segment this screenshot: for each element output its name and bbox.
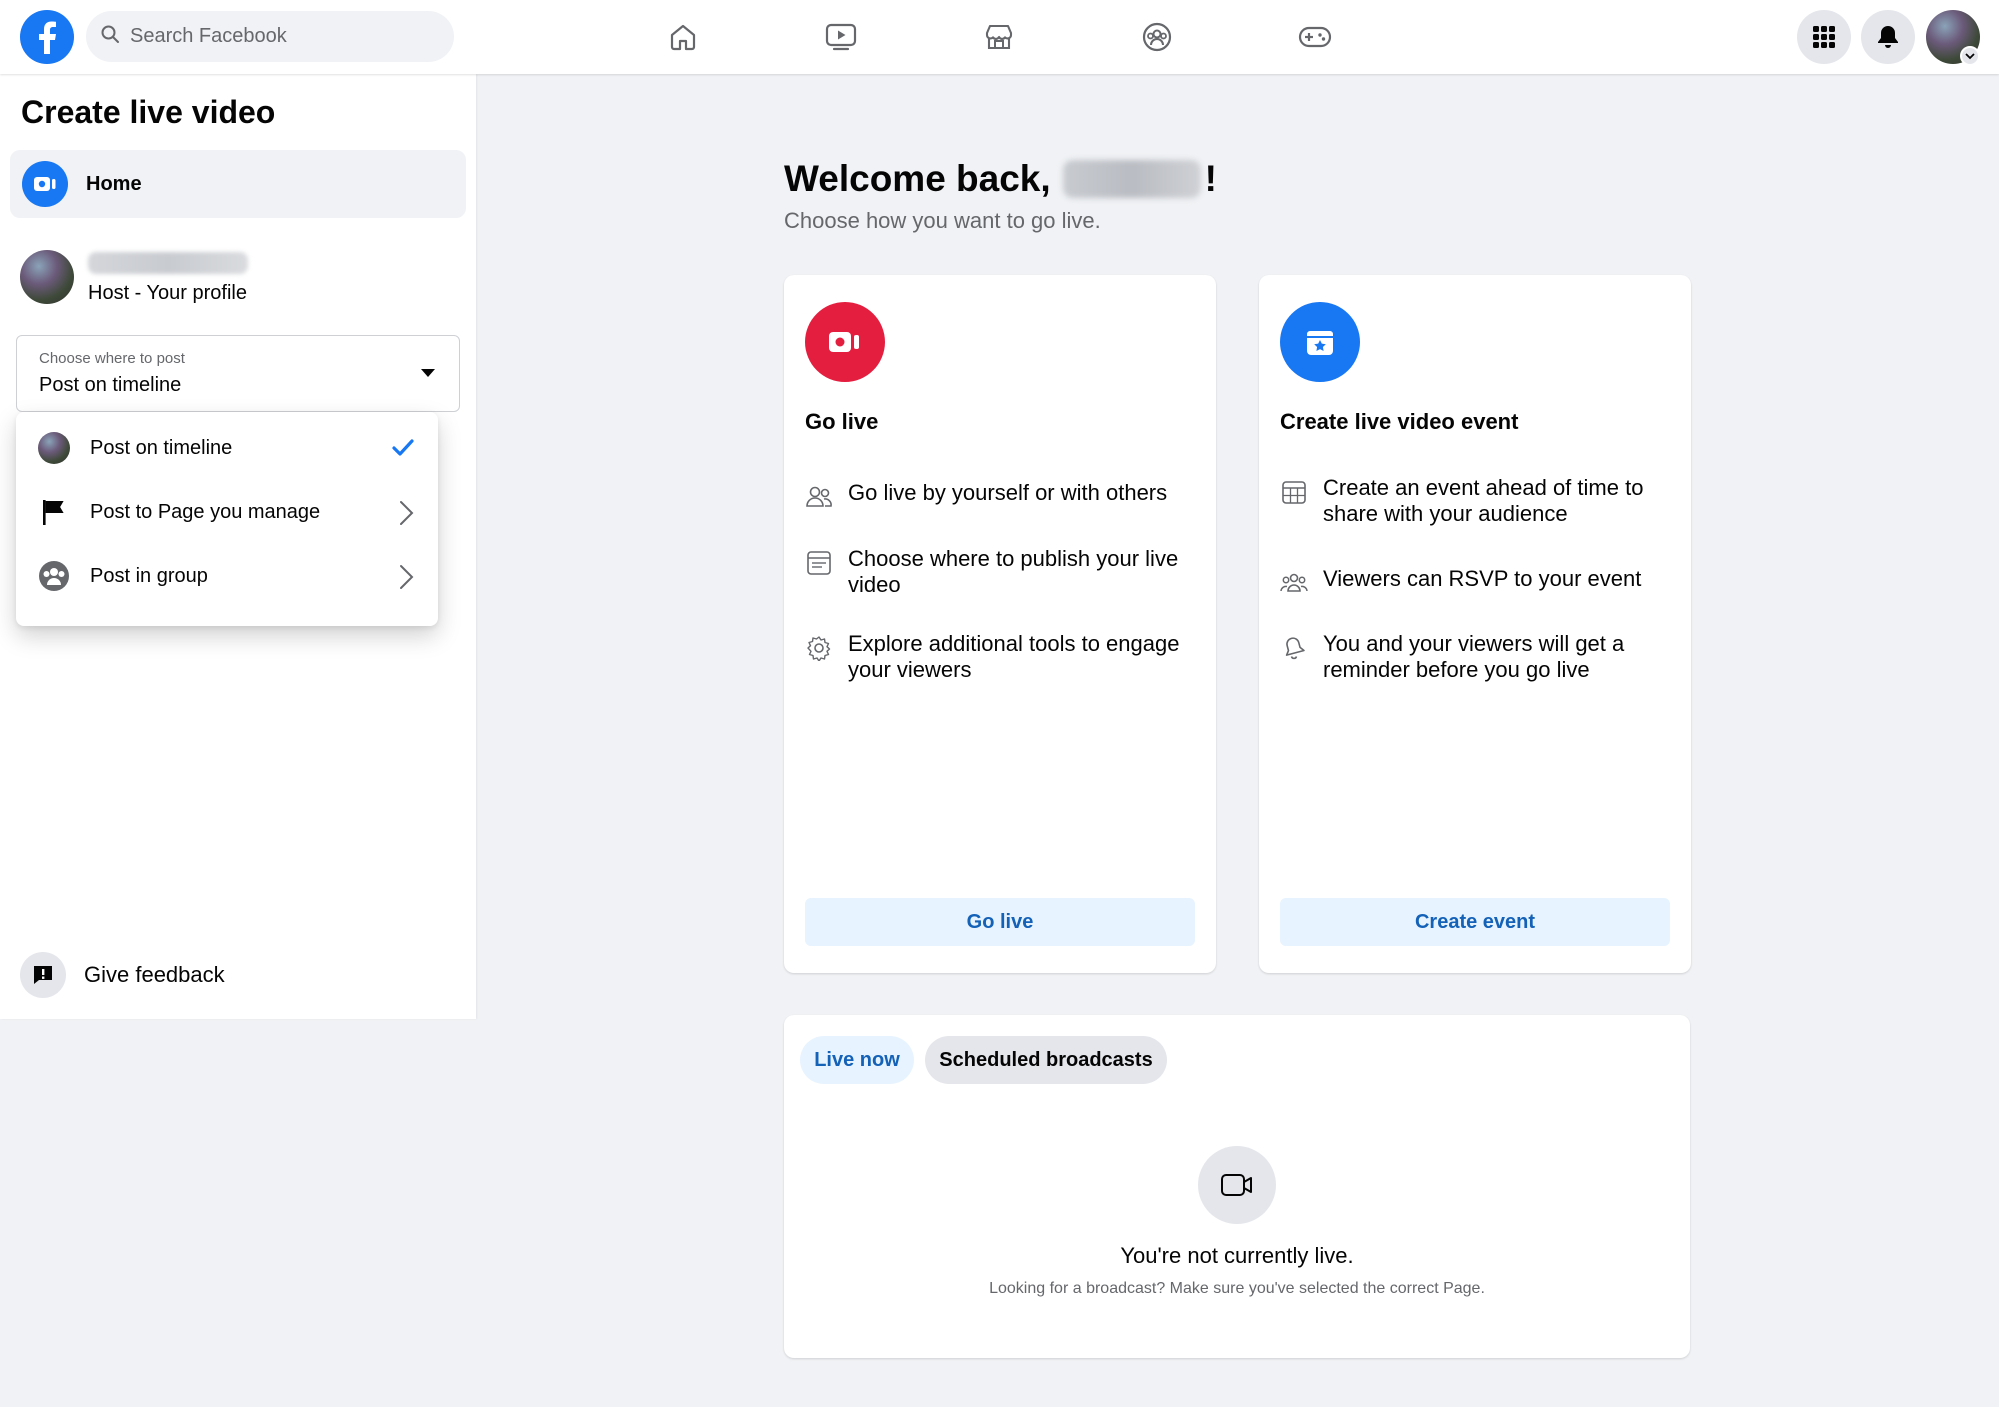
search-input[interactable] (130, 25, 430, 48)
welcome-subtitle: Choose how you want to go live. (784, 208, 1101, 233)
menu-item-post-on-timeline[interactable]: Post on timeline (16, 418, 438, 478)
checkmark-icon (390, 435, 416, 466)
menu-item-post-to-page[interactable]: Post to Page you manage (16, 482, 438, 542)
avatar (20, 250, 74, 304)
video-camera-icon (1198, 1146, 1276, 1224)
host-role: Host - Your profile (88, 282, 247, 304)
host-profile: Host - Your profile (20, 248, 460, 304)
page-title: Create live video (21, 94, 276, 130)
card-title: Go live (805, 409, 879, 434)
feature-text: Viewers can RSVP to your event (1323, 566, 1642, 591)
account-chevron-down-icon[interactable] (1960, 46, 1980, 66)
facebook-logo-icon[interactable] (20, 10, 74, 64)
top-navigation-bar (0, 0, 1999, 74)
feature-item: Go live by yourself or with others (805, 480, 1205, 511)
feature-text: You and your viewers will get a reminder… (1323, 631, 1625, 682)
gear-icon (805, 634, 833, 662)
caret-down-icon (421, 369, 435, 377)
chevron-right-icon (396, 499, 416, 532)
feature-text: Explore additional tools to engage your … (848, 631, 1180, 682)
user-name-redacted (1062, 160, 1201, 198)
menu-item-post-in-group[interactable]: Post in group (16, 546, 438, 606)
live-video-icon (22, 161, 68, 207)
post-destination-menu: Post on timeline Post to Page you manage… (16, 412, 438, 626)
select-value: Post on timeline (39, 374, 182, 396)
feature-item: Create an event ahead of time to share w… (1280, 475, 1680, 527)
card-title: Create live video event (1280, 409, 1519, 434)
menu-grid-icon[interactable] (1797, 10, 1851, 64)
groups-icon[interactable] (1127, 13, 1187, 61)
give-feedback-button[interactable]: Give feedback (20, 952, 225, 998)
avatar (38, 432, 70, 464)
feature-text: Create an event ahead of time to share w… (1323, 475, 1644, 526)
group-icon (38, 560, 70, 592)
browser-window-icon (805, 549, 833, 577)
go-live-button[interactable]: Go live (805, 898, 1195, 946)
welcome-heading: Welcome back, ! (784, 158, 1217, 200)
post-destination-select[interactable]: Choose where to post Post on timeline (16, 335, 460, 412)
marketplace-icon[interactable] (969, 13, 1029, 61)
live-camera-icon (805, 302, 885, 382)
chevron-right-icon (396, 563, 416, 596)
group-people-icon (1280, 569, 1308, 597)
gaming-icon[interactable] (1285, 13, 1345, 61)
host-name-redacted (88, 252, 248, 274)
feature-text: Go live by yourself or with others (848, 480, 1168, 505)
search-bar[interactable] (86, 11, 454, 62)
tab-live-now[interactable]: Live now (800, 1036, 914, 1084)
feedback-label: Give feedback (84, 962, 225, 987)
empty-state-title: You're not currently live. (1120, 1243, 1354, 1268)
feature-text: Choose where to publish your live video (848, 546, 1179, 597)
search-icon (100, 24, 120, 49)
feature-item: Choose where to publish your live video (805, 546, 1205, 598)
select-label: Choose where to post (39, 350, 185, 367)
home-icon[interactable] (653, 13, 713, 61)
menu-item-label: Post on timeline (90, 436, 233, 459)
feature-item: Viewers can RSVP to your event (1280, 566, 1680, 597)
people-icon (805, 483, 833, 511)
tab-scheduled-broadcasts[interactable]: Scheduled broadcasts (925, 1036, 1167, 1084)
menu-item-label: Post in group (90, 564, 208, 587)
empty-state-subtitle: Looking for a broadcast? Make sure you'v… (989, 1280, 1485, 1297)
sidebar-item-label: Home (86, 172, 142, 195)
feature-item: Explore additional tools to engage your … (805, 631, 1205, 683)
welcome-suffix: ! (1204, 158, 1217, 199)
flag-icon (38, 496, 70, 528)
create-event-card: Create live video event Create an event … (1259, 275, 1691, 973)
broadcasts-panel: Live now Scheduled broadcasts You're not… (784, 1015, 1690, 1358)
menu-item-label: Post to Page you manage (90, 500, 321, 523)
watch-icon[interactable] (811, 13, 871, 61)
calendar-grid-icon (1280, 478, 1308, 506)
sidebar-item-home[interactable]: Home (10, 150, 466, 218)
bell-icon (1280, 634, 1308, 662)
create-event-button[interactable]: Create event (1280, 898, 1670, 946)
feedback-icon (20, 952, 66, 998)
welcome-prefix: Welcome back, (784, 158, 1051, 199)
calendar-star-icon (1280, 302, 1360, 382)
feature-item: You and your viewers will get a reminder… (1280, 631, 1680, 683)
notifications-bell-icon[interactable] (1861, 10, 1915, 64)
go-live-card: Go live Go live by yourself or with othe… (784, 275, 1216, 973)
